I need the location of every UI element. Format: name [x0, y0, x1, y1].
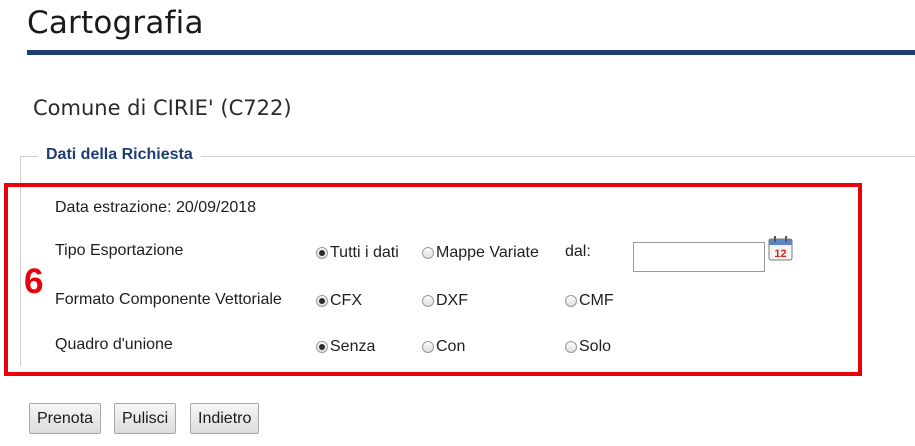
calendar-icon-ring-right: [785, 236, 787, 242]
page-title: Cartografia: [27, 5, 204, 41]
radio-senza-label: Senza: [330, 338, 376, 355]
calendar-icon-ring-left: [774, 236, 776, 242]
radio-mappe-variate[interactable]: Mappe Variate: [422, 244, 539, 262]
formato-label: Formato Componente Vettoriale: [55, 291, 282, 308]
annotation-step-number: 6: [24, 262, 44, 301]
radio-tutti-i-dati-indicator[interactable]: [316, 247, 328, 259]
comune-heading: Comune di CIRIE' (C722): [33, 96, 292, 120]
tipo-esportazione-label: Tipo Esportazione: [55, 242, 184, 259]
radio-cmf[interactable]: CMF: [565, 292, 614, 310]
dal-date-input[interactable]: [633, 242, 765, 272]
calendar-icon[interactable]: 12: [767, 234, 795, 262]
radio-solo[interactable]: Solo: [565, 338, 611, 356]
pulisci-button[interactable]: Pulisci: [114, 403, 177, 434]
quadro-label: Quadro d'unione: [55, 336, 173, 353]
radio-con[interactable]: Con: [422, 338, 465, 356]
calendar-icon-header: [769, 239, 792, 245]
data-estrazione-text: Data estrazione: 20/09/2018: [55, 199, 257, 216]
radio-dxf-label: DXF: [436, 292, 468, 309]
radio-senza[interactable]: Senza: [316, 338, 375, 356]
radio-solo-indicator[interactable]: [565, 341, 577, 353]
calendar-icon-day: 12: [774, 248, 786, 260]
prenota-button[interactable]: Prenota: [29, 403, 102, 434]
radio-senza-indicator[interactable]: [316, 341, 328, 353]
radio-cfx-label: CFX: [330, 292, 362, 309]
indietro-button[interactable]: Indietro: [190, 403, 260, 434]
radio-dxf[interactable]: DXF: [422, 292, 468, 310]
radio-tutti-i-dati[interactable]: Tutti i dati: [316, 244, 399, 262]
radio-mappe-variate-label: Mappe Variate: [436, 244, 539, 261]
radio-cfx-indicator[interactable]: [316, 295, 328, 307]
fieldset-legend: Dati della Richiesta: [38, 146, 201, 164]
radio-cfx[interactable]: CFX: [316, 292, 362, 310]
radio-cmf-label: CMF: [579, 292, 614, 309]
radio-solo-label: Solo: [579, 338, 612, 355]
radio-mappe-variate-indicator[interactable]: [422, 247, 434, 259]
radio-tutti-i-dati-label: Tutti i dati: [330, 244, 399, 261]
title-underline: [27, 50, 915, 55]
radio-con-label: Con: [436, 338, 466, 355]
title-underline-bar: [27, 50, 915, 55]
dal-label: dal:: [565, 243, 591, 260]
radio-cmf-indicator[interactable]: [565, 295, 577, 307]
radio-dxf-indicator[interactable]: [422, 295, 434, 307]
radio-con-indicator[interactable]: [422, 341, 434, 353]
